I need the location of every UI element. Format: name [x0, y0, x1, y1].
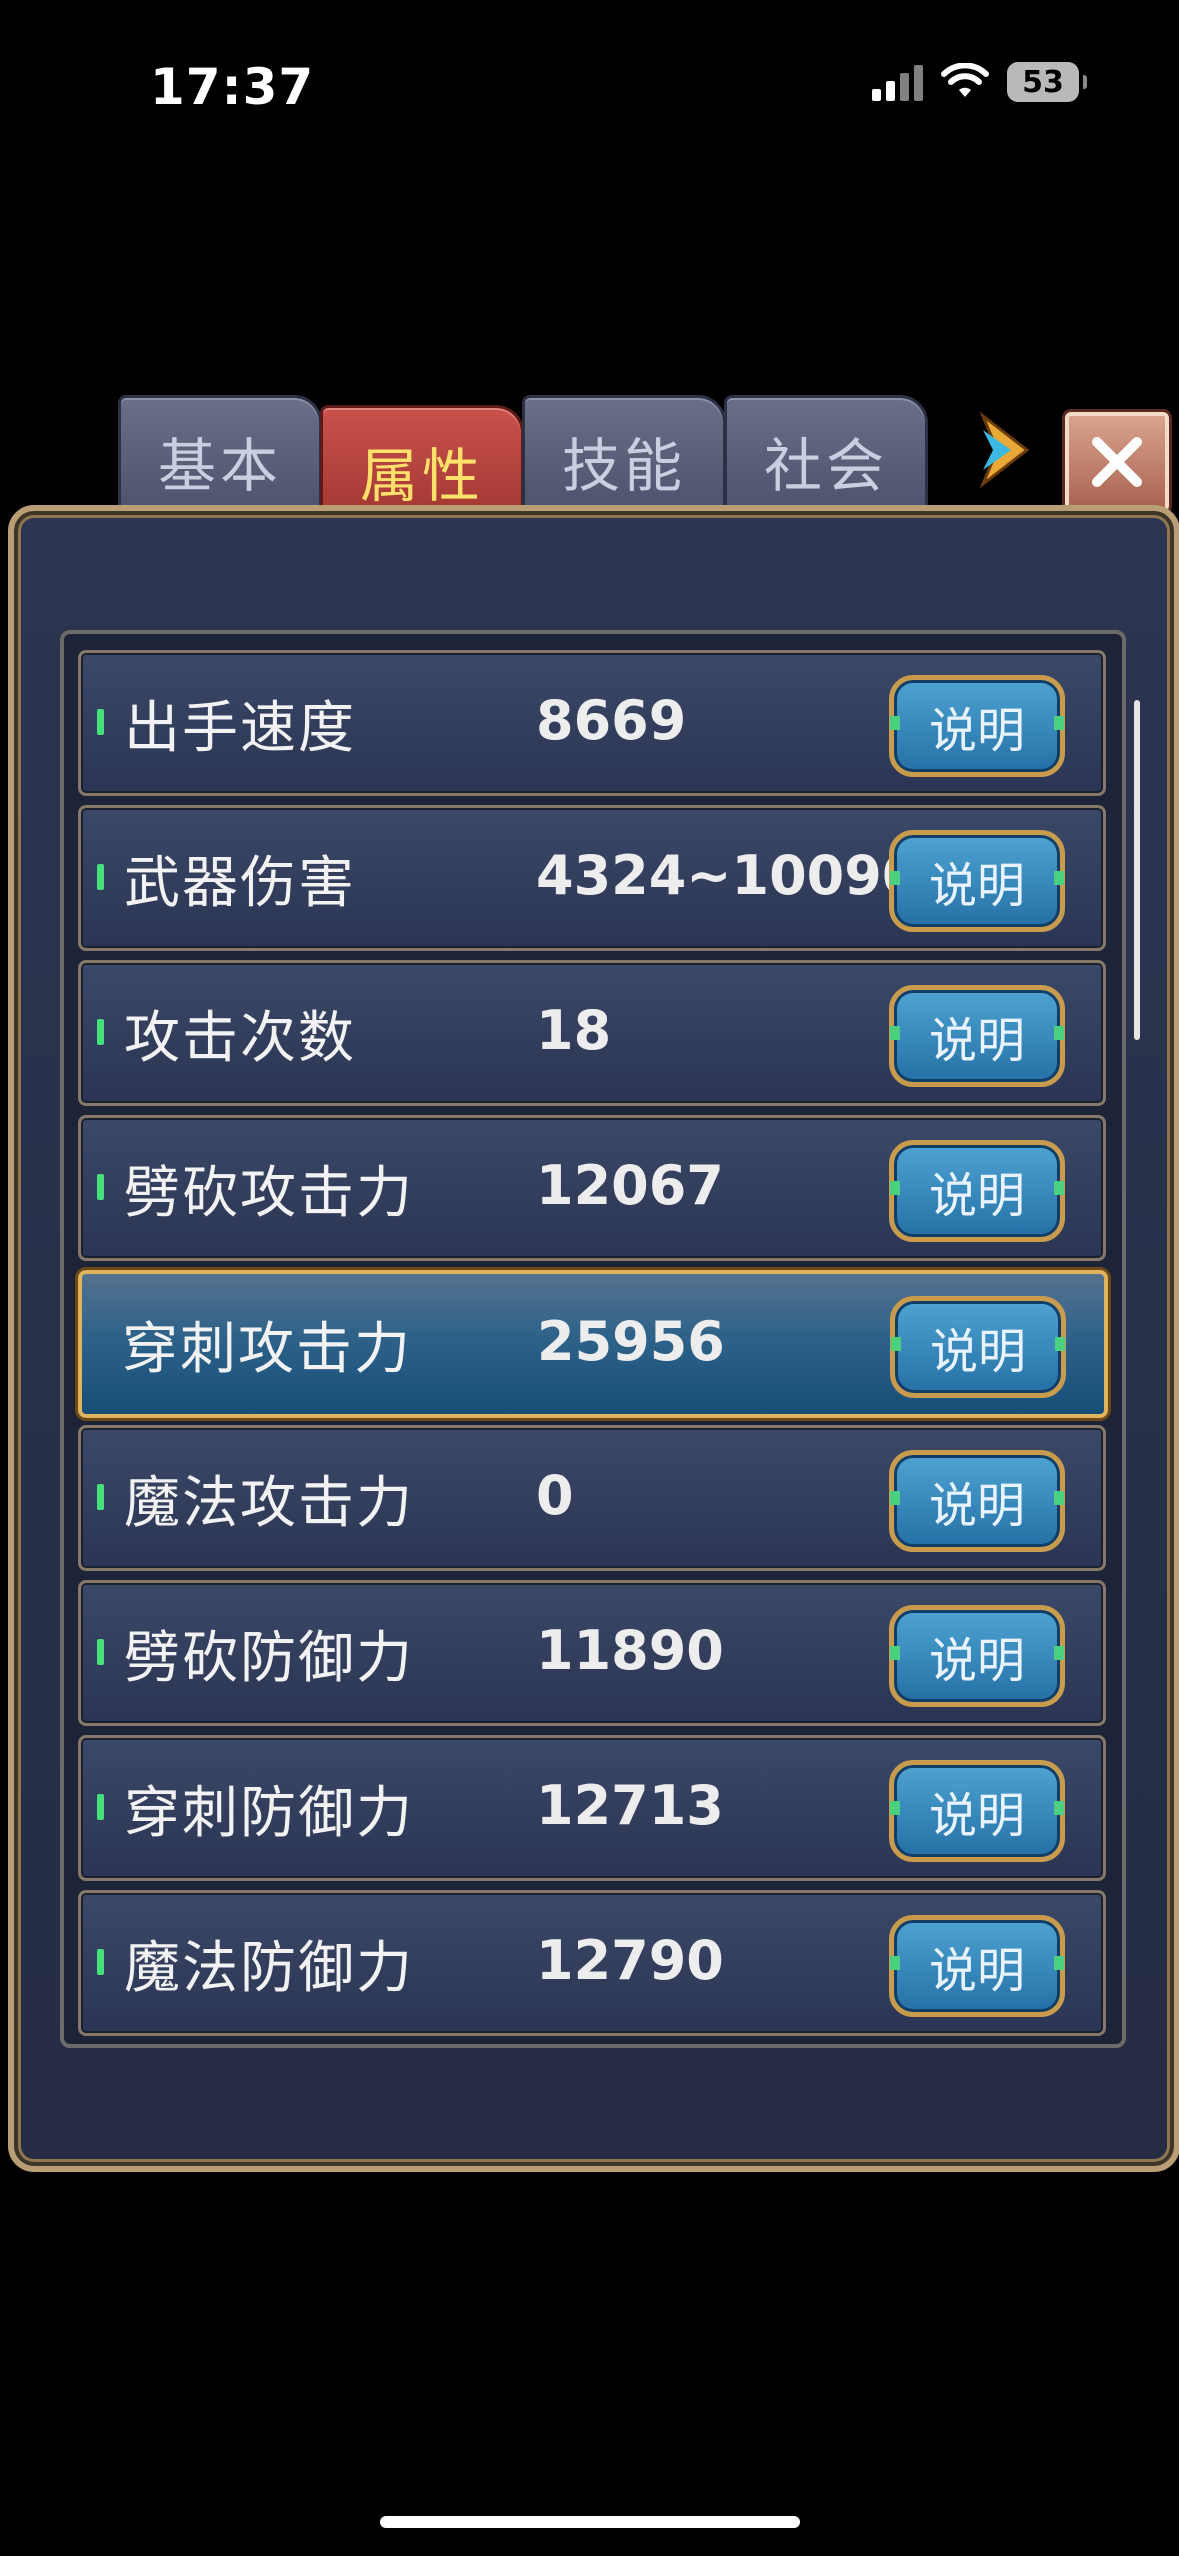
attribute-value: 11890	[536, 1619, 724, 1682]
attribute-label: 劈砍攻击力	[124, 1161, 414, 1226]
explain-button[interactable]: 说明	[889, 675, 1065, 777]
tab-label: 基本	[157, 431, 282, 500]
attribute-value: 4324~10090	[536, 844, 920, 907]
attribute-label: 出手速度	[124, 696, 356, 761]
attribute-value: 0	[536, 1464, 574, 1527]
attribute-row: 魔法攻击力 0 说明	[78, 1425, 1106, 1571]
attribute-row-selected[interactable]: 穿刺攻击力 25956 说明	[78, 1270, 1108, 1418]
explain-button[interactable]: 说明	[889, 1140, 1065, 1242]
attribute-row: 穿刺防御力 12713 说明	[78, 1735, 1106, 1881]
explain-button[interactable]: 说明	[889, 830, 1065, 932]
status-time: 17:37	[150, 58, 315, 116]
tab-label: 属性	[359, 441, 484, 510]
attribute-label: 劈砍防御力	[124, 1626, 414, 1691]
attribute-row: 出手速度 8669 说明	[78, 650, 1106, 796]
explain-button[interactable]: 说明	[889, 1605, 1065, 1707]
home-indicator[interactable]	[380, 2516, 800, 2528]
attribute-value: 12790	[536, 1929, 724, 1992]
attribute-row: 魔法防御力 12790 说明	[78, 1890, 1106, 2036]
explain-button[interactable]: 说明	[889, 1915, 1065, 2017]
attribute-row: 攻击次数 18 说明	[78, 960, 1106, 1106]
wifi-icon	[941, 63, 989, 97]
attribute-label: 魔法防御力	[124, 1936, 414, 2001]
close-icon	[1092, 437, 1142, 487]
scrollbar-thumb[interactable]	[1134, 700, 1140, 1040]
attribute-value: 12067	[536, 1154, 724, 1217]
attribute-value: 12713	[536, 1774, 724, 1837]
attribute-label: 穿刺攻击力	[122, 1317, 412, 1382]
attribute-label: 穿刺防御力	[124, 1781, 414, 1846]
tab-label: 技能	[561, 431, 686, 500]
explain-button[interactable]: 说明	[890, 1296, 1066, 1398]
close-button[interactable]	[1065, 412, 1169, 512]
attribute-value: 8669	[536, 689, 687, 752]
explain-button[interactable]: 说明	[889, 1760, 1065, 1862]
arrow-icon[interactable]	[975, 410, 1035, 490]
explain-button[interactable]: 说明	[889, 985, 1065, 1087]
signal-icon	[872, 63, 923, 101]
attribute-value: 25956	[537, 1310, 725, 1373]
status-icons: 53	[872, 62, 1087, 102]
attribute-label: 攻击次数	[124, 1006, 356, 1071]
attribute-value: 18	[536, 999, 612, 1062]
attribute-row: 劈砍攻击力 12067 说明	[78, 1115, 1106, 1261]
attribute-label: 武器伤害	[124, 851, 356, 916]
explain-button[interactable]: 说明	[889, 1450, 1065, 1552]
attribute-row: 劈砍防御力 11890 说明	[78, 1580, 1106, 1726]
battery-icon: 53	[1007, 62, 1087, 102]
attribute-label: 魔法攻击力	[124, 1471, 414, 1536]
tab-label: 社会	[763, 431, 888, 500]
attribute-row: 武器伤害 4324~10090 说明	[78, 805, 1106, 951]
